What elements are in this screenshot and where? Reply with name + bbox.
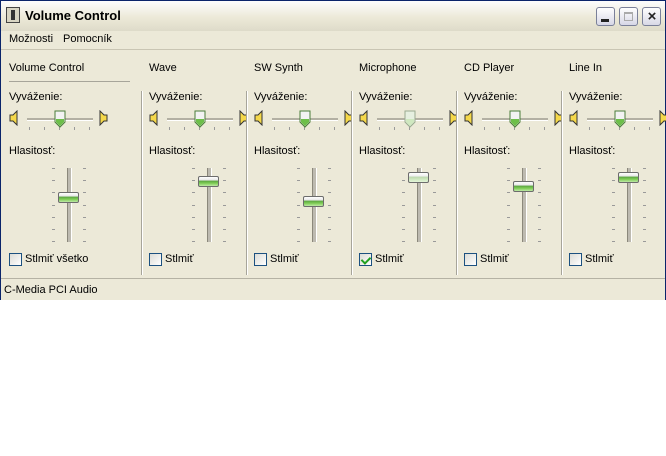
close-icon: × [647,8,657,25]
balance-label: Vyváženie: [569,91,623,103]
balance-thumb[interactable] [509,110,521,128]
volume-label: Hlasitosť: [359,145,406,157]
menu-moznosti[interactable]: Možnosti [9,33,53,45]
volume-label: Hlasitosť: [254,145,301,157]
mute-label: Stlmiť [165,253,194,265]
balance-thumb[interactable] [299,110,311,128]
balance-thumb[interactable] [54,110,66,128]
balance-thumb[interactable] [194,110,206,128]
maximize-icon [624,12,633,21]
channel-title: Line In [569,62,603,74]
checkbox-unchecked-icon[interactable] [149,253,162,266]
checkbox-unchecked-icon[interactable] [464,253,477,266]
balance-label: Vyváženie: [254,91,308,103]
close-button[interactable]: × [642,7,661,26]
mixer-area: Volume Control Vyváženie: Hlasitosť: Stlmiť… [1,50,666,276]
minimize-icon [601,19,609,22]
channel-strip: CD Player Vyváženie: Hlasitosť: Stlmiť [456,50,563,276]
volume-label: Hlasitosť: [9,145,56,157]
mute-label: Stlmiť [375,253,404,265]
checkbox-unchecked-icon[interactable] [9,253,22,266]
menu-pomocnik[interactable]: Pomocník [63,33,112,45]
volume-label: Hlasitosť: [569,145,616,157]
speaker-right-icon [656,109,666,127]
volume-label: Hlasitosť: [149,145,196,157]
balance-thumb[interactable] [614,110,626,128]
status-bar: C-Media PCI Audio [1,278,665,300]
speaker-left-icon [569,109,581,127]
header-divider [9,81,130,82]
speaker-left-icon [464,109,476,127]
channel-title: Volume Control [9,62,85,74]
balance-label: Vyváženie: [359,91,413,103]
channel-separator [141,91,143,275]
volume-thumb[interactable] [198,176,219,187]
volume-ticks [507,168,541,242]
volume-app-icon[interactable] [6,7,20,23]
speaker-left-icon [9,109,21,127]
minimize-button[interactable] [596,7,615,26]
channel-title: CD Player [464,62,515,74]
volume-ticks [52,168,86,242]
balance-label: Vyváženie: [9,91,63,103]
mute-label: Stlmiť [585,253,614,265]
status-text: C-Media PCI Audio [4,284,98,296]
channel-strip: Microphone Vyváženie: Hlasitosť: Stlmiť [351,50,458,276]
speaker-left-icon [149,109,161,127]
volume-label: Hlasitosť: [464,145,511,157]
volume-thumb[interactable] [618,172,639,183]
speaker-right-icon [96,109,108,127]
balance-label: Vyváženie: [149,91,203,103]
channel-separator [246,91,248,275]
balance-label: Vyváženie: [464,91,518,103]
channel-strip: Line In Vyváženie: Hlasitosť: Stlmiť [561,50,666,276]
channel-separator [456,91,458,275]
window-title: Volume Control [25,8,121,23]
volume-thumb[interactable] [408,172,429,183]
volume-control-window: Volume Control × Možnosti Pomocník Volum… [0,0,666,300]
channel-separator [561,91,563,275]
balance-thumb[interactable] [404,110,416,128]
title-bar[interactable]: Volume Control × [1,1,665,32]
channel-strip: SW Synth Vyváženie: Hlasitosť: Stlmiť [246,50,353,276]
volume-thumb[interactable] [513,181,534,192]
checkbox-unchecked-icon[interactable] [569,253,582,266]
maximize-button[interactable] [619,7,638,26]
speaker-left-icon [254,109,266,127]
channel-title: Microphone [359,62,417,74]
channel-strip: Wave Vyváženie: Hlasitosť: Stlmiť [141,50,248,276]
volume-thumb[interactable] [303,196,324,207]
volume-thumb[interactable] [58,192,79,203]
channel-separator [351,91,353,275]
channel-title: SW Synth [254,62,303,74]
channel-title: Wave [149,62,177,74]
channel-strip: Volume Control Vyváženie: Hlasitosť: Stlmiť… [1,50,108,276]
mute-label: Stlmiť [480,253,509,265]
speaker-left-icon [359,109,371,127]
checkbox-unchecked-icon[interactable] [254,253,267,266]
menu-bar: Možnosti Pomocník [1,31,665,50]
mute-label: Stlmiť všetko [25,253,89,265]
mute-label: Stlmiť [270,253,299,265]
checkbox-checked-icon[interactable] [359,253,372,266]
